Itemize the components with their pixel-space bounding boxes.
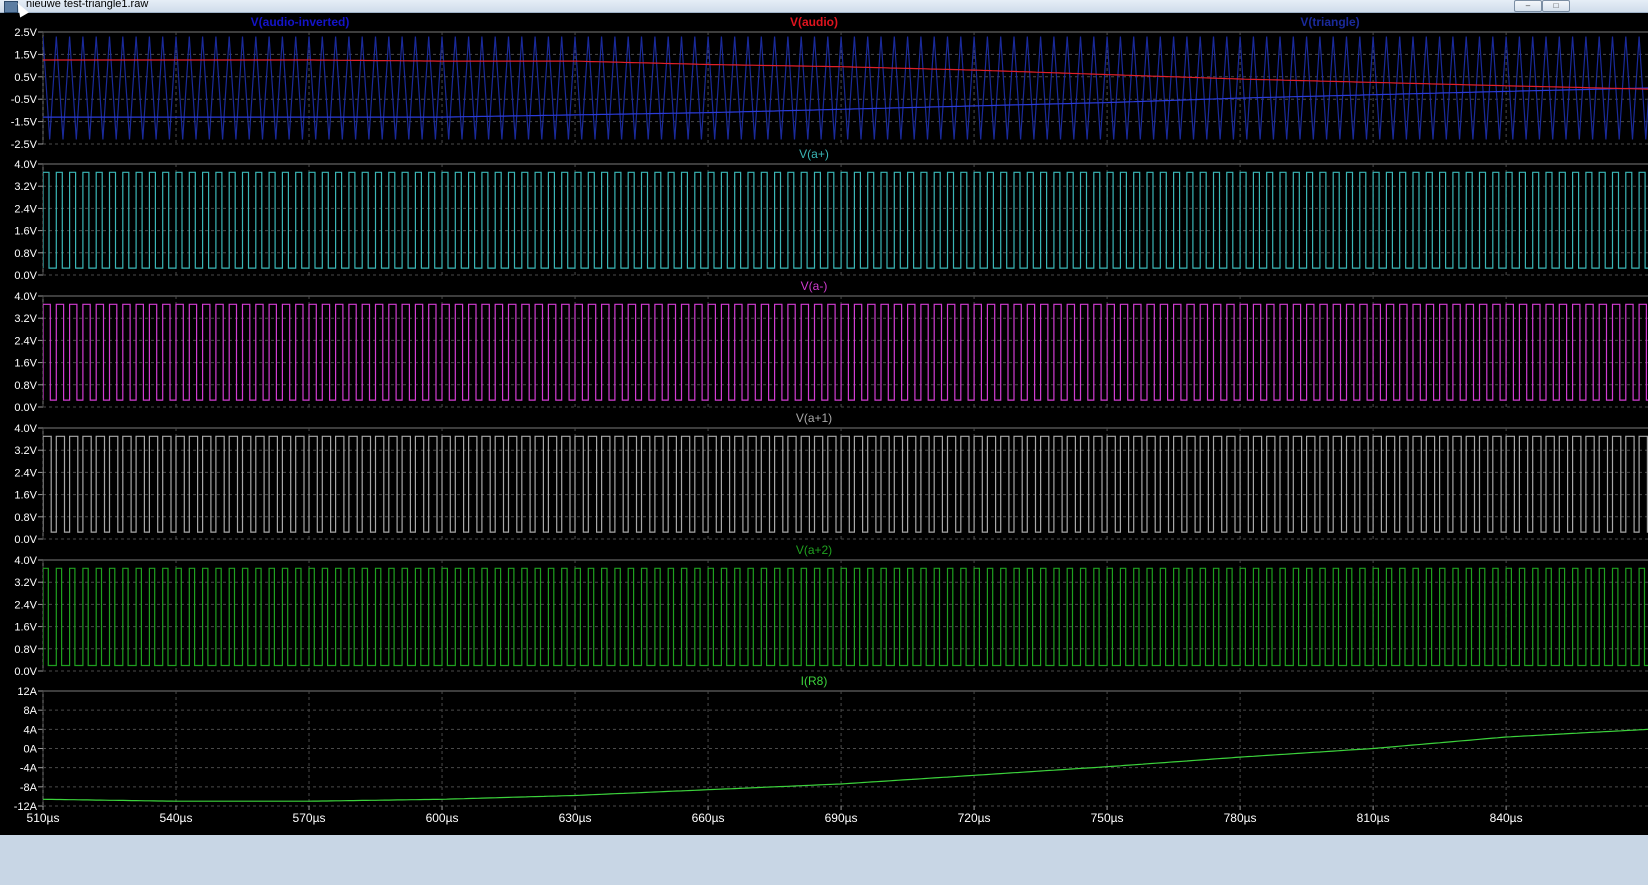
y-tick-label: 2.4V: [14, 467, 37, 479]
x-tick-label: 840µs: [1490, 811, 1523, 825]
y-tick-label: 0.8V: [14, 248, 37, 260]
panel-title[interactable]: I(R8): [801, 674, 828, 688]
y-tick-label: 1.6V: [14, 358, 37, 370]
y-tick-label: 0.5V: [14, 72, 37, 84]
x-tick-label: 720µs: [958, 811, 991, 825]
y-tick-label: 0A: [24, 744, 38, 756]
x-tick-label: 570µs: [293, 811, 326, 825]
y-tick-label: -4A: [20, 763, 38, 775]
x-tick-label: 510µs: [27, 811, 60, 825]
panel-title[interactable]: V(a+): [799, 147, 829, 161]
y-tick-label: 3.2V: [14, 181, 37, 193]
y-tick-label: 0.8V: [14, 512, 37, 524]
panel-4[interactable]: 4.0V 3.2V 2.4V 1.6V 0.8V 0.0V V(a+1): [14, 411, 1648, 546]
y-tick-label: 0.0V: [14, 666, 37, 678]
panel-title[interactable]: V(a+1): [796, 411, 832, 425]
panel-1[interactable]: 2.5V 1.5V 0.5V -0.5V -1.5V -2.5V V(audio-inver…: [11, 15, 1648, 151]
x-tick-label: 600µs: [426, 811, 459, 825]
series-i-r8-[interactable]: [43, 728, 1648, 802]
y-tick-label: 8A: [24, 705, 38, 717]
panel-2[interactable]: 4.0V 3.2V 2.4V 1.6V 0.8V 0.0V V(a+): [14, 147, 1648, 282]
y-tick-label: 0.0V: [14, 402, 37, 414]
y-tick-label: 0.8V: [14, 644, 37, 656]
panel-3[interactable]: 4.0V 3.2V 2.4V 1.6V 0.8V 0.0V V(a-): [14, 279, 1648, 414]
x-tick-label: 750µs: [1091, 811, 1124, 825]
title-bar: nieuwe test-triangle1.raw ‒ □: [0, 0, 1648, 13]
window-title: nieuwe test-triangle1.raw: [26, 0, 149, 10]
x-tick-label: 810µs: [1357, 811, 1390, 825]
y-tick-label: 1.5V: [14, 49, 37, 61]
y-tick-label: 3.2V: [14, 577, 37, 589]
plot-area[interactable]: 2.5V 1.5V 0.5V -0.5V -1.5V -2.5V V(audio-inver…: [0, 13, 1648, 835]
maximize-button[interactable]: □: [1542, 0, 1570, 12]
legend-entry[interactable]: V(audio-inverted): [251, 15, 350, 29]
x-tick-label: 690µs: [825, 811, 858, 825]
y-tick-label: 4A: [24, 724, 38, 736]
y-tick-label: 2.5V: [14, 27, 37, 39]
status-strip: [0, 835, 1648, 885]
y-tick-label: 1.6V: [14, 226, 37, 238]
x-tick-label: 540µs: [160, 811, 193, 825]
minimize-button[interactable]: ‒: [1514, 0, 1542, 12]
y-tick-label: 2.4V: [14, 599, 37, 611]
y-tick-label: -2.5V: [11, 139, 38, 151]
series-v-a-2-[interactable]: [43, 567, 1648, 667]
y-tick-label: 0.0V: [14, 270, 37, 282]
y-tick-label: 1.6V: [14, 490, 37, 502]
series-v-triangle-[interactable]: [43, 36, 1648, 140]
x-tick-label: 780µs: [1224, 811, 1257, 825]
y-tick-label: -8A: [20, 782, 38, 794]
y-tick-label: 4.0V: [14, 291, 37, 303]
y-tick-label: 2.4V: [14, 203, 37, 215]
y-tick-label: -1.5V: [11, 117, 38, 129]
plot-svg[interactable]: 2.5V 1.5V 0.5V -0.5V -1.5V -2.5V V(audio-inver…: [0, 13, 1648, 835]
y-tick-label: 4.0V: [14, 555, 37, 567]
y-tick-label: 4.0V: [14, 159, 37, 171]
y-tick-label: 3.2V: [14, 445, 37, 457]
panel-5[interactable]: 4.0V 3.2V 2.4V 1.6V 0.8V 0.0V V(a+2): [14, 543, 1648, 678]
waveform-viewer-window: nieuwe test-triangle1.raw ‒ □ 2.5V 1.5V 0.…: [0, 0, 1648, 885]
legend-entry[interactable]: V(triangle): [1300, 15, 1359, 29]
y-tick-label: 4.0V: [14, 423, 37, 435]
legend-entry[interactable]: V(audio): [790, 15, 838, 29]
panel-6[interactable]: 12A8A4A0A-4A-8A-12AI(R8): [14, 674, 1648, 813]
x-tick-label: 660µs: [692, 811, 725, 825]
y-tick-label: -0.5V: [11, 94, 38, 106]
panel-title[interactable]: V(a+2): [796, 543, 832, 557]
y-tick-label: 0.0V: [14, 534, 37, 546]
y-tick-label: 12A: [17, 686, 37, 698]
y-tick-label: 2.4V: [14, 335, 37, 347]
x-tick-label: 630µs: [559, 811, 592, 825]
y-tick-label: 3.2V: [14, 313, 37, 325]
y-tick-label: 0.8V: [14, 380, 37, 392]
panel-title[interactable]: V(a-): [801, 279, 828, 293]
y-tick-label: 1.6V: [14, 622, 37, 634]
x-axis: 510µs 540µs 570µs 600µs 630µs 660µs 690µs 720µs…: [27, 806, 1523, 825]
